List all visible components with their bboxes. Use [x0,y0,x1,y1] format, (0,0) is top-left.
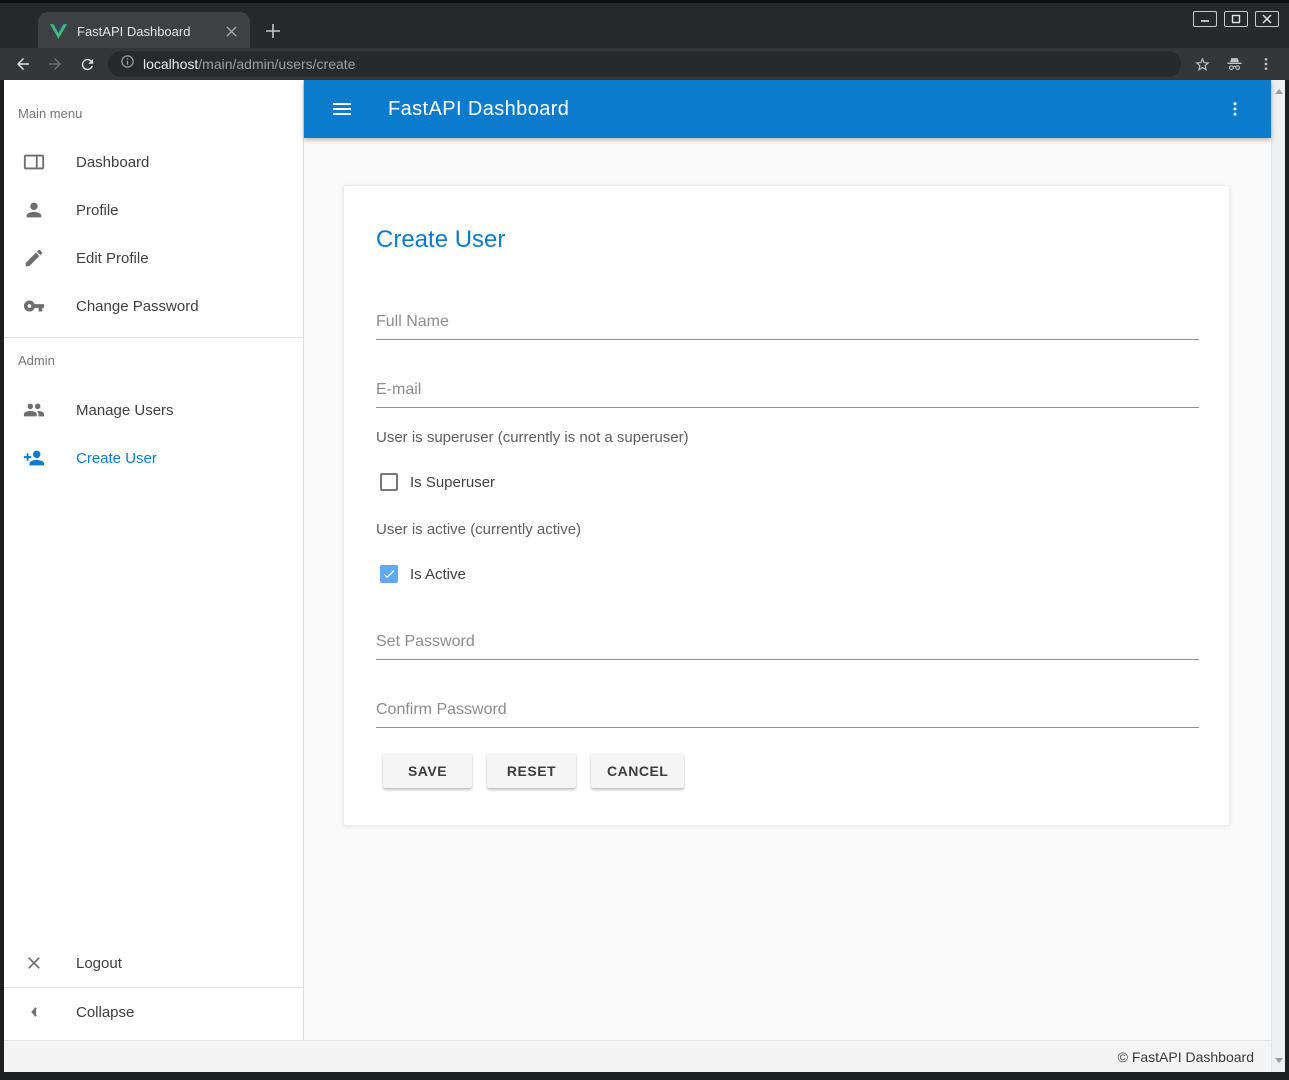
is-active-checkbox[interactable]: Is Active [380,565,466,583]
scroll-down-arrow-icon[interactable] [1275,1058,1283,1063]
sidebar-item-profile[interactable]: Profile [4,186,303,234]
person-add-icon [22,446,46,470]
hamburger-menu-icon[interactable] [328,95,356,123]
sidebar-item-label: Dashboard [76,154,149,171]
sidebar-item-manage-users[interactable]: Manage Users [4,386,303,434]
pencil-icon [22,246,46,270]
create-user-card: Create User User is superuser (currently… [343,185,1230,826]
copyright-text: © FastAPI Dashboard [1118,1049,1254,1065]
app-bar-title: FastAPI Dashboard [388,98,1221,121]
site-info-icon[interactable] [120,54,135,74]
is-superuser-checkbox[interactable]: Is Superuser [380,473,495,491]
maximize-button[interactable] [1224,11,1248,27]
sidebar-item-label: Create User [76,450,157,467]
active-note: User is active (currently active) [376,522,581,538]
sidebar-item-label: Manage Users [76,402,174,419]
sidebar: Main menu Dashboard Profile Edit Profile [4,80,304,1040]
checkbox-unchecked-icon[interactable] [380,473,398,491]
bookmark-star-icon[interactable] [1191,53,1213,75]
app-bar-kebab-icon[interactable] [1221,95,1249,123]
scroll-up-arrow-icon[interactable] [1275,89,1283,94]
browser-toolbar: localhost/main/admin/users/create [0,48,1289,80]
confirm-password-field[interactable] [376,692,1199,728]
sidebar-item-collapse[interactable]: Collapse [4,988,303,1036]
app-bar: FastAPI Dashboard [304,80,1271,138]
vertical-scrollbar[interactable] [1271,80,1285,1072]
checkbox-label: Is Active [410,566,466,583]
form-title: Create User [376,226,505,254]
sidebar-section-header-main-menu: Main menu [4,80,303,138]
minimize-button[interactable] [1193,11,1217,27]
browser-menu-kebab-icon[interactable] [1255,53,1277,75]
sidebar-item-label: Profile [76,202,119,219]
person-icon [22,198,46,222]
url-path: /main/admin/users/create [198,56,355,72]
sidebar-item-dashboard[interactable]: Dashboard [4,138,303,186]
browser-tab[interactable]: FastAPI Dashboard [38,12,250,51]
incognito-icon [1223,53,1245,75]
page-content: Main menu Dashboard Profile Edit Profile [4,80,1285,1072]
sidebar-item-edit-profile[interactable]: Edit Profile [4,234,303,282]
close-x-icon [22,951,46,975]
tab-title: FastAPI Dashboard [77,24,222,39]
tab-close-icon[interactable] [222,23,240,41]
chevron-left-icon [22,1000,46,1024]
browser-window: FastAPI Dashboard [0,0,1289,1080]
checkbox-label: Is Superuser [410,474,495,491]
checkbox-checked-icon[interactable] [380,565,398,583]
people-icon [22,398,46,422]
key-icon [22,294,46,318]
url-text: localhost/main/admin/users/create [143,56,355,72]
back-icon[interactable] [12,53,34,75]
form-buttons: SAVE RESET CANCEL [383,753,684,788]
dashboard-icon [22,150,46,174]
set-password-field[interactable] [376,624,1199,660]
sidebar-item-label: Collapse [76,1004,134,1021]
sidebar-item-label: Edit Profile [76,250,149,267]
sidebar-item-create-user[interactable]: Create User [4,434,303,482]
page-footer: © FastAPI Dashboard [4,1040,1271,1072]
url-host: localhost [143,56,198,72]
window-controls [1193,11,1279,27]
cancel-button[interactable]: CANCEL [591,753,684,788]
full-name-field[interactable] [376,304,1199,340]
vue-favicon-icon [50,24,67,39]
address-bar[interactable]: localhost/main/admin/users/create [108,51,1181,77]
sidebar-item-label: Change Password [76,298,199,315]
tab-strip: FastAPI Dashboard [0,0,1289,48]
sidebar-item-label: Logout [76,955,122,972]
email-field[interactable] [376,372,1199,408]
close-window-button[interactable] [1255,11,1279,27]
save-button[interactable]: SAVE [383,753,472,788]
reset-button[interactable]: RESET [487,753,576,788]
sidebar-section-header-admin: Admin [4,338,303,386]
sidebar-item-logout[interactable]: Logout [4,939,303,987]
sidebar-item-change-password[interactable]: Change Password [4,282,303,330]
new-tab-button[interactable] [262,20,284,42]
superuser-note: User is superuser (currently is not a su… [376,430,689,446]
reload-icon[interactable] [76,53,98,75]
forward-icon[interactable] [44,53,66,75]
